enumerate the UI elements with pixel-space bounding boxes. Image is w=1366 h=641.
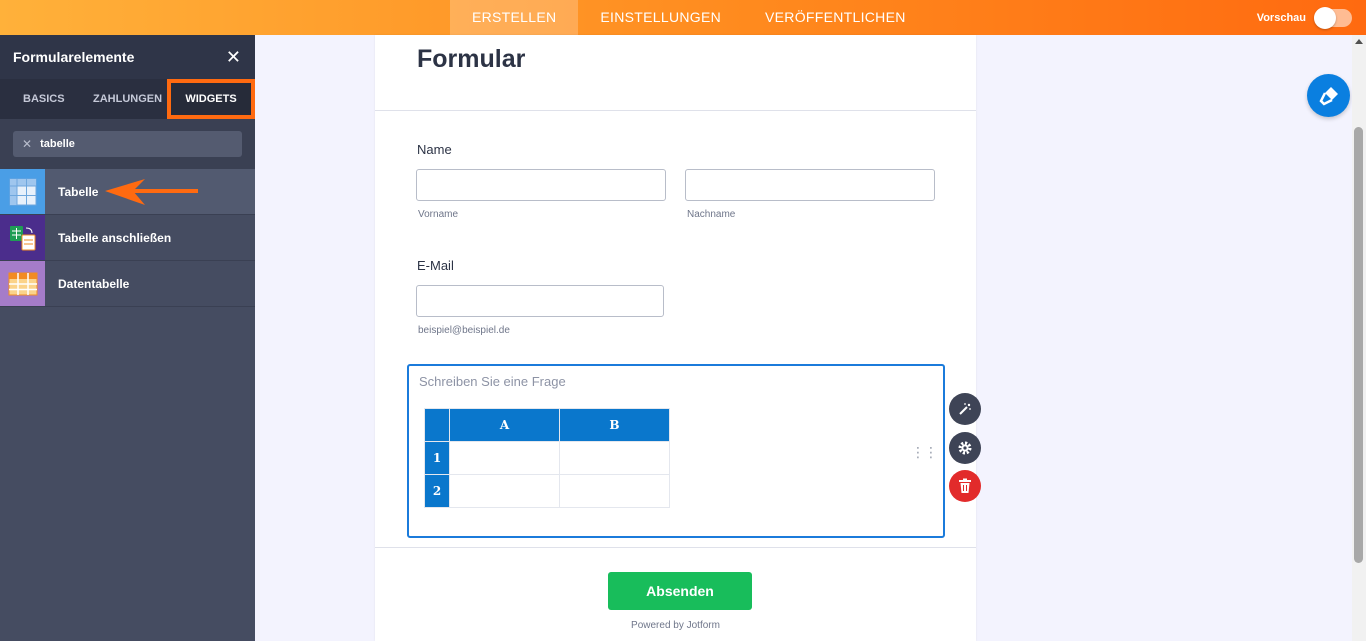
matrix-corner (424, 408, 450, 442)
widget-search-input[interactable]: ✕ tabelle (13, 131, 242, 157)
sidebar-item-label: Tabelle (58, 184, 99, 199)
matrix-column-header: B (559, 408, 670, 442)
preview-label: Vorschau (1256, 11, 1306, 24)
tab-erstellen[interactable]: ERSTELLEN (450, 0, 579, 35)
toggle-knob (1314, 6, 1336, 29)
table-widget-field[interactable]: Schreiben Sie eine Frage ⋮⋮ A B 1 2 (407, 364, 945, 538)
matrix-table: A B 1 2 (424, 408, 670, 508)
email-field[interactable] (416, 285, 664, 317)
clear-search-icon[interactable]: ✕ (22, 137, 32, 151)
builder-tabs: ERSTELLEN EINSTELLUNGEN VERÖFFENTLICHEN (450, 0, 928, 35)
name-label: Name (417, 142, 452, 157)
sidebar-item-label: Tabelle anschließen (58, 230, 172, 245)
tab-veroeffentlichen[interactable]: VERÖFFENTLICHEN (743, 0, 928, 35)
top-navigation-bar: ERSTELLEN EINSTELLUNGEN VERÖFFENTLICHEN … (0, 0, 1366, 35)
sidebar-tab-basics[interactable]: BASICS (0, 79, 80, 119)
trash-icon (959, 478, 971, 493)
matrix-row-header: 1 (424, 441, 450, 475)
sidebar-title: Formularelemente (13, 49, 135, 65)
drag-handle-icon[interactable]: ⋮⋮ (911, 444, 938, 461)
matrix-row-header: 2 (424, 474, 450, 508)
divider (375, 547, 976, 548)
sidebar-item-label: Datentabelle (58, 276, 130, 291)
data-table-icon (0, 261, 45, 306)
sidebar-search-area: ✕ tabelle (0, 119, 255, 169)
form-title[interactable]: Formular (417, 45, 525, 74)
sidebar-item-datentabelle[interactable]: Datentabelle (0, 261, 255, 307)
form-canvas: Formular Name Vorname Nachname E-Mail be… (375, 35, 976, 641)
question-placeholder[interactable]: Schreiben Sie eine Frage (419, 374, 566, 389)
sidebar-item-tabelle-anschliessen[interactable]: Tabelle anschließen (0, 215, 255, 261)
sidebar-tabs: BASICS ZAHLUNGEN WIDGETS (0, 79, 255, 119)
table-grid-icon (0, 169, 45, 214)
last-name-sublabel: Nachname (687, 209, 736, 220)
submit-button[interactable]: Absenden (608, 572, 752, 610)
powered-by-text: Powered by Jotform (631, 620, 720, 631)
scrollbar[interactable] (1352, 35, 1366, 641)
gear-icon (958, 441, 972, 455)
form-designer-button[interactable] (1307, 74, 1350, 117)
matrix-cell[interactable] (559, 474, 670, 508)
magic-wand-icon (959, 403, 971, 415)
first-name-field[interactable] (416, 169, 666, 201)
matrix-cell[interactable] (559, 441, 670, 475)
first-name-sublabel: Vorname (418, 209, 459, 220)
email-sublabel: beispiel@beispiel.de (418, 325, 510, 336)
spreadsheet-connect-icon (0, 215, 45, 260)
matrix-cell[interactable] (449, 474, 560, 508)
delete-field-button[interactable] (949, 470, 981, 502)
tab-einstellungen[interactable]: EINSTELLUNGEN (578, 0, 743, 35)
close-icon[interactable]: ✕ (226, 47, 241, 68)
field-settings-button[interactable] (949, 432, 981, 464)
preview-toggle[interactable] (1314, 6, 1352, 29)
paint-roller-icon (1318, 86, 1338, 106)
scroll-up-icon[interactable] (1355, 39, 1363, 44)
divider (375, 110, 976, 111)
email-label: E-Mail (417, 258, 454, 273)
preview-control: Vorschau (1257, 0, 1352, 35)
magic-wand-button[interactable] (949, 393, 981, 425)
matrix-cell[interactable] (449, 441, 560, 475)
search-value: tabelle (40, 138, 75, 150)
annotation-arrow-icon (105, 179, 198, 205)
scrollbar-thumb[interactable] (1354, 127, 1363, 563)
sidebar-tab-zahlungen[interactable]: ZAHLUNGEN (80, 79, 167, 119)
form-elements-sidebar: Formularelemente ✕ BASICS ZAHLUNGEN WIDG… (0, 35, 255, 641)
matrix-column-header: A (449, 408, 560, 442)
sidebar-tab-widgets[interactable]: WIDGETS (167, 79, 255, 119)
last-name-field[interactable] (685, 169, 935, 201)
sidebar-header: Formularelemente ✕ (0, 35, 255, 79)
